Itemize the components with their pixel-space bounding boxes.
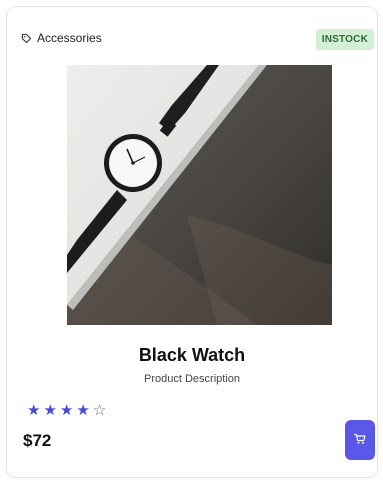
- star-icon: ★: [76, 402, 90, 419]
- product-price: $72: [23, 431, 52, 450]
- star-icon: ★: [43, 402, 57, 419]
- stock-status-badge: INSTOCK: [315, 29, 374, 50]
- category-text: Accessories: [37, 31, 102, 45]
- rating-stars: ★ ★ ★ ★ ☆: [27, 403, 106, 418]
- product-title: Black Watch: [138, 345, 246, 365]
- cart-icon: [354, 433, 366, 448]
- star-icon: ★: [59, 402, 74, 419]
- product-card[interactable]: Accessories INSTOCK Black Watch Product …: [6, 6, 378, 478]
- star-outline-icon: ☆: [92, 402, 107, 419]
- tag-icon: [21, 33, 32, 44]
- star-icon: ★: [27, 402, 41, 419]
- add-to-cart-button[interactable]: [345, 420, 375, 460]
- product-image[interactable]: [67, 65, 332, 325]
- category-label: Accessories: [21, 31, 102, 45]
- product-description: Product Description: [144, 373, 240, 385]
